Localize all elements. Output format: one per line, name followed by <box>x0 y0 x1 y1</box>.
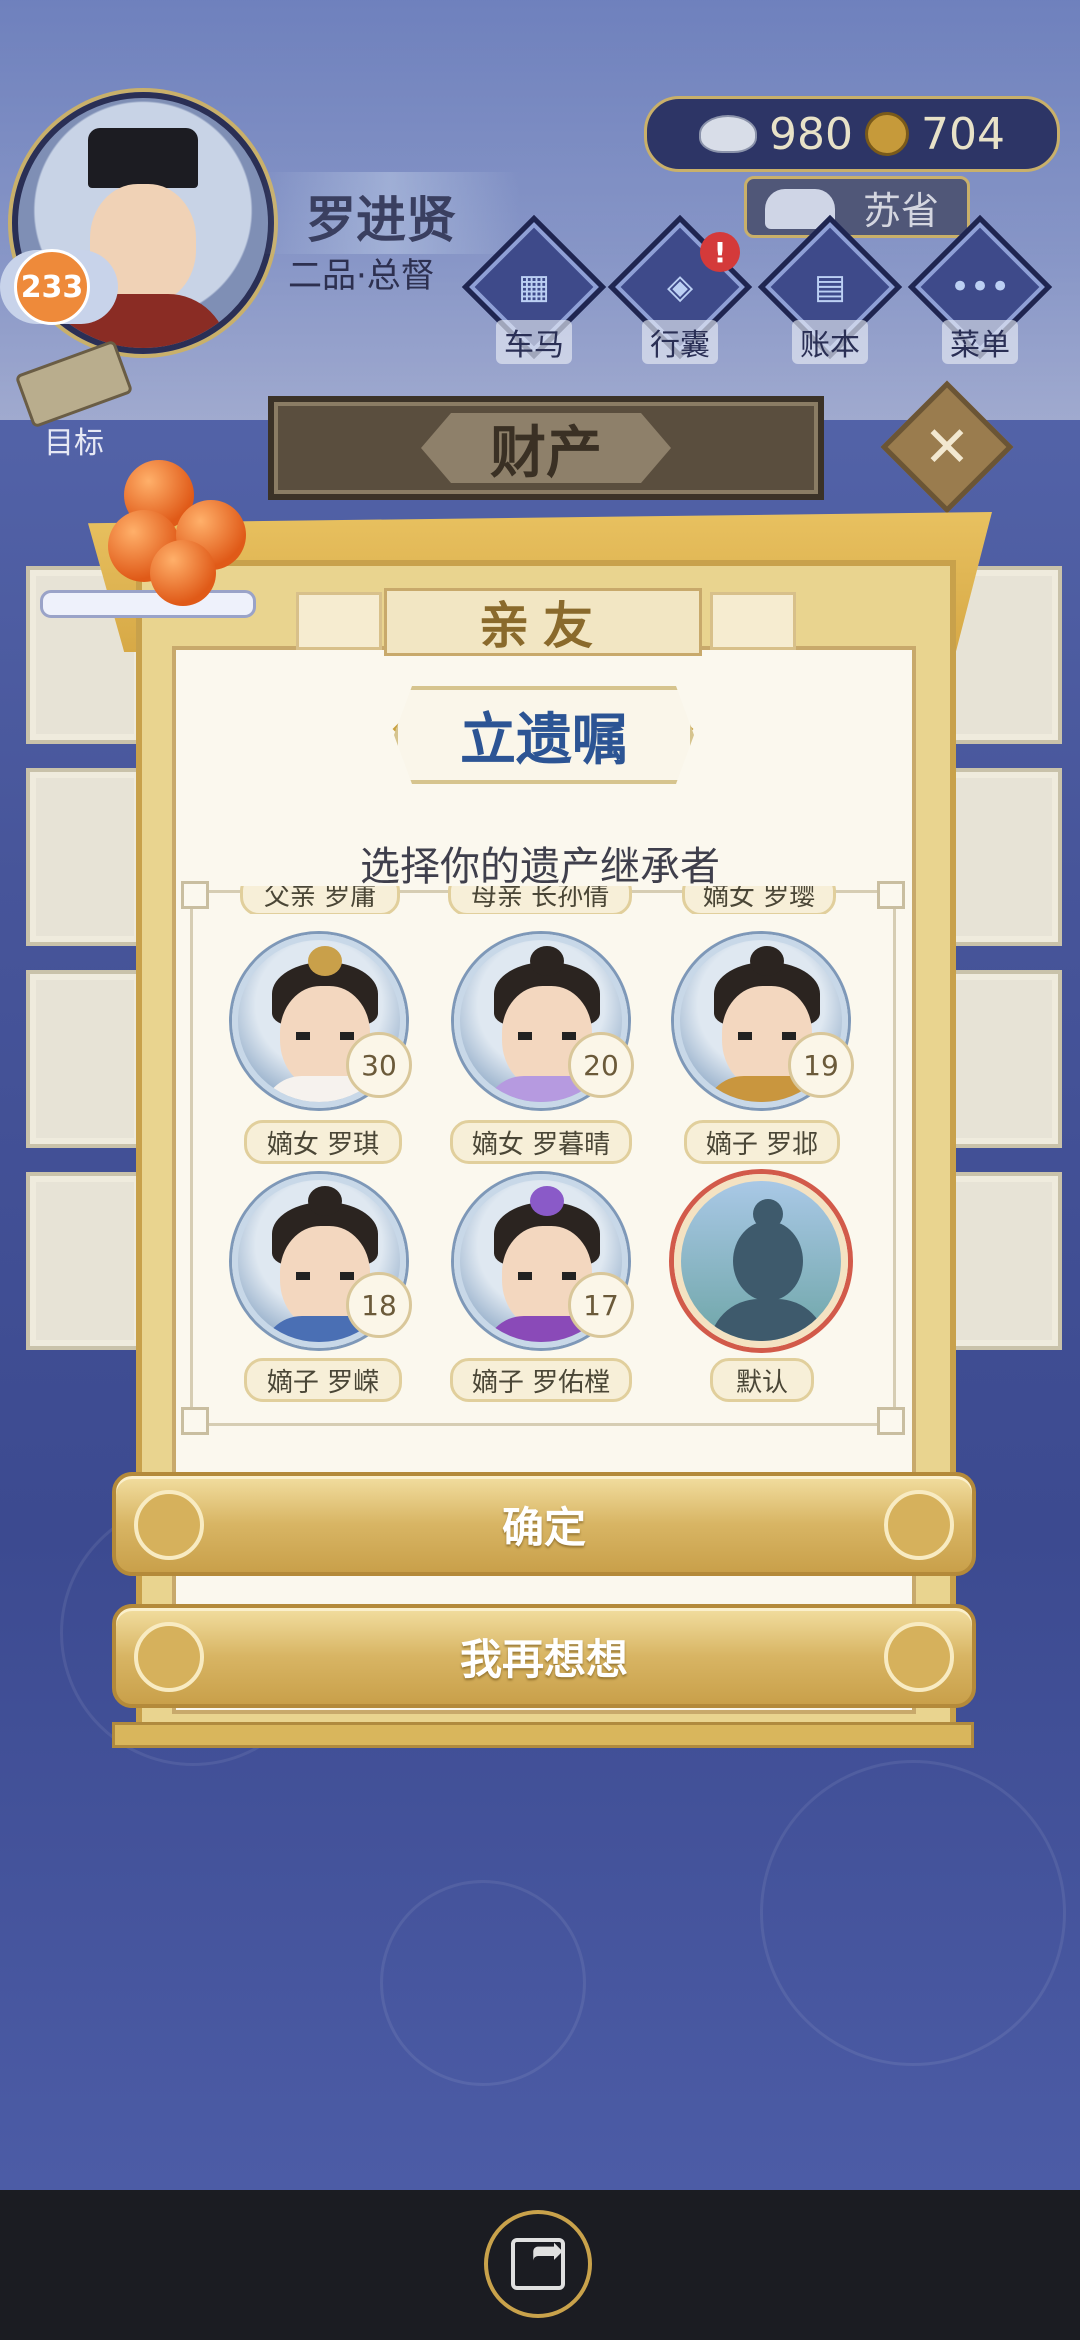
bg-card <box>26 1172 144 1350</box>
copper-coin-icon <box>865 112 909 156</box>
nav-ledger[interactable]: ▤ 账本 <box>757 214 903 364</box>
bg-card <box>944 1172 1062 1350</box>
eyes-icon <box>518 1272 576 1280</box>
level-number: 233 <box>14 249 90 325</box>
persimmon-icon <box>150 540 216 606</box>
eyes-icon <box>738 1032 796 1040</box>
eyes-icon <box>296 1032 354 1040</box>
age-badge: 19 <box>788 1032 854 1098</box>
default-portrait <box>674 1174 848 1348</box>
heir-label[interactable]: 默认 <box>710 1358 814 1402</box>
age-badge: 20 <box>568 1032 634 1098</box>
heir-option[interactable]: 17 <box>454 1174 634 1348</box>
heir-option[interactable]: 19 <box>674 934 854 1108</box>
subtitle: 选择你的遗产继承者 <box>360 844 720 890</box>
heir-label[interactable]: 嫡子 罗邶 <box>684 1120 840 1164</box>
tab-ornament <box>296 592 382 650</box>
swirl-decoration <box>380 1880 586 2086</box>
nav-label: 菜单 <box>942 320 1018 364</box>
heir-label: 母亲 长孙倩 <box>448 886 632 914</box>
frame-corner <box>877 1407 905 1435</box>
nav-label: 车马 <box>496 320 572 364</box>
hair-bun-icon <box>308 1186 342 1216</box>
property-banner: 财产 <box>268 396 824 500</box>
target-button[interactable]: 目标 <box>14 339 134 462</box>
heir-option[interactable]: 18 <box>232 1174 412 1348</box>
eyes-icon <box>296 1272 354 1280</box>
cloud-ornament-icon <box>134 1622 204 1692</box>
heir-option[interactable]: 30 <box>232 934 412 1108</box>
silver-amount: 980 <box>769 108 853 160</box>
heir-label: 父亲 罗庸 <box>240 886 400 914</box>
age-badge: 18 <box>346 1272 412 1338</box>
cloud-ornament-icon <box>884 1490 954 1560</box>
silver-ingot-icon <box>699 115 758 153</box>
share-button[interactable]: ➦ <box>484 2210 592 2318</box>
heir-option-default[interactable] <box>674 1174 848 1348</box>
alert-badge: ! <box>700 232 740 272</box>
heir-label[interactable]: 嫡女 罗琪 <box>244 1120 402 1164</box>
frame-corner <box>181 881 209 909</box>
heir-label[interactable]: 嫡女 罗暮晴 <box>450 1120 632 1164</box>
dialog-base <box>112 1722 974 1748</box>
heir-label-clipped[interactable]: 父亲 罗庸 <box>240 886 400 914</box>
nav-carriage[interactable]: ▦ 车马 <box>461 214 607 364</box>
tab-ornament <box>710 592 796 650</box>
nav-bag[interactable]: ◈ ! 行囊 <box>607 214 753 364</box>
cloud-decoration <box>40 590 256 618</box>
heir-label[interactable]: 嫡子 罗佑樘 <box>450 1358 632 1402</box>
heir-label-clipped[interactable]: 母亲 长孙倩 <box>448 886 632 914</box>
coin-amount: 704 <box>921 108 1005 160</box>
nav-label: 行囊 <box>642 320 718 364</box>
hair-bun-icon <box>750 946 784 976</box>
frame-corner <box>877 881 905 909</box>
hair-tie-icon <box>530 1186 564 1216</box>
nav-label: 账本 <box>792 320 868 364</box>
player-name: 罗进贤 <box>306 191 456 249</box>
swirl-decoration <box>760 1760 1066 2066</box>
location-label: 苏省 <box>862 188 939 233</box>
will-title: 立遗嘱 <box>394 686 694 784</box>
hair-bun-icon <box>530 946 564 976</box>
cloud-ornament-icon <box>884 1622 954 1692</box>
reconsider-label: 我再想想 <box>459 1634 628 1684</box>
level-badge[interactable]: 233 <box>0 249 118 325</box>
location-button[interactable]: 苏省 <box>744 176 970 238</box>
age-badge: 30 <box>346 1032 412 1098</box>
cloud-ornament-icon <box>134 1490 204 1560</box>
share-arrow-icon: ➦ <box>531 2228 565 2274</box>
player-rank: 二品·总督 <box>288 256 435 296</box>
silhouette-icon <box>733 1221 803 1301</box>
reconsider-button[interactable]: 我再想想 <box>112 1604 976 1708</box>
close-icon: ✕ <box>923 414 971 480</box>
tab-relatives: 亲友 <box>384 588 702 656</box>
silhouette-icon <box>709 1299 827 1341</box>
heir-label[interactable]: 嫡子 罗嵘 <box>244 1358 402 1402</box>
heir-option[interactable]: 20 <box>454 934 634 1108</box>
heir-label-clipped[interactable]: 嫡女 罗璎 <box>682 886 836 914</box>
currency-bar[interactable]: 980 704 <box>644 96 1060 172</box>
bg-card <box>26 970 144 1148</box>
official-hat-icon <box>88 128 198 188</box>
eyes-icon <box>518 1032 576 1040</box>
hairpin-icon <box>308 946 342 976</box>
heir-label: 嫡女 罗璎 <box>682 886 836 914</box>
confirm-button[interactable]: 确定 <box>112 1472 976 1576</box>
bg-card <box>944 970 1062 1148</box>
frame-corner <box>181 1407 209 1435</box>
nav-menu[interactable]: ••• 菜单 <box>907 214 1053 364</box>
property-title: 财产 <box>421 413 671 483</box>
share-icon: ➦ <box>511 2228 565 2290</box>
age-badge: 17 <box>568 1272 634 1338</box>
confirm-label: 确定 <box>501 1502 586 1552</box>
